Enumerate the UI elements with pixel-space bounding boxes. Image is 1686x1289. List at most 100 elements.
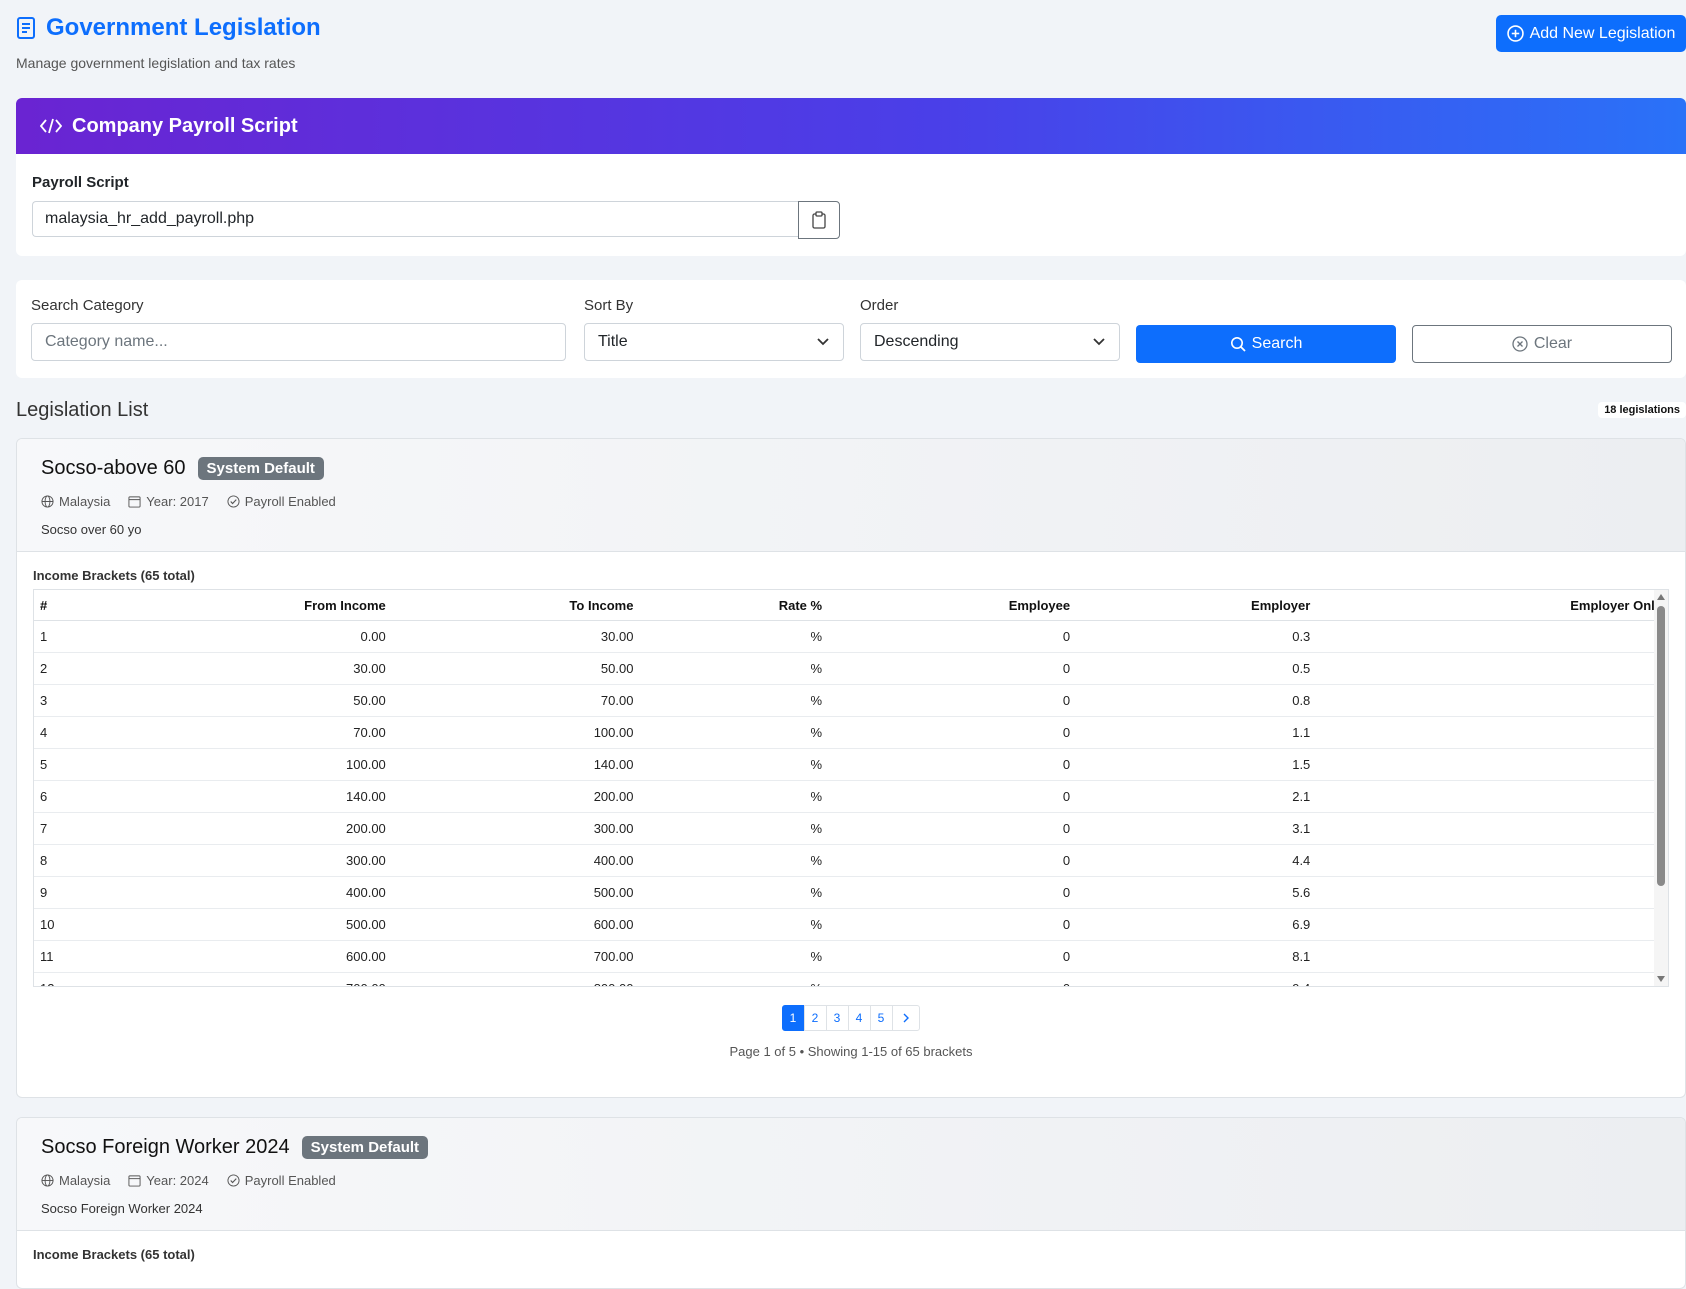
legislation-year: Year: 2024 <box>146 1173 209 1188</box>
table-cell: 9 <box>34 876 86 909</box>
table-cell: 0 <box>1316 908 1668 941</box>
page-button-3[interactable]: 3 <box>825 1005 849 1031</box>
table-cell: 200.00 <box>85 812 392 845</box>
table-cell: 0 <box>1316 972 1668 986</box>
code-icon <box>40 118 62 134</box>
table-row: 470.00100.00%01.10 <box>34 716 1668 749</box>
table-cell: 4 <box>34 716 86 749</box>
page-header: Government Legislation Manage government… <box>16 0 1686 90</box>
table-cell: 200.00 <box>391 780 640 813</box>
page-button-2[interactable]: 2 <box>803 1005 827 1031</box>
search-category-input[interactable]: Category name... <box>31 323 566 361</box>
table-cell: 0 <box>828 780 1077 813</box>
calendar-icon <box>128 496 141 508</box>
table-row: 10500.00600.00%06.90 <box>34 908 1668 941</box>
table-cell: 1 <box>34 620 86 653</box>
page-button-1[interactable]: 1 <box>781 1005 805 1031</box>
page-title: Government Legislation <box>16 14 321 42</box>
table-cell: 0 <box>828 908 1077 941</box>
column-header: Employer Only <box>1316 590 1668 621</box>
table-cell: 140.00 <box>85 780 392 813</box>
legislation-year: Year: 2017 <box>146 494 209 509</box>
table-cell: 4.4 <box>1076 844 1317 877</box>
table-cell: 0 <box>1316 940 1668 973</box>
order-label: Order <box>860 297 899 314</box>
table-cell: 0 <box>1316 812 1668 845</box>
legislation-country: Malaysia <box>59 494 111 509</box>
order-select[interactable]: Descending <box>860 323 1120 361</box>
sort-by-select[interactable]: Title <box>584 323 844 361</box>
table-cell: 0 <box>828 684 1077 717</box>
calendar-icon <box>128 1175 141 1187</box>
table-row: 230.0050.00%00.50 <box>34 652 1668 685</box>
clear-button[interactable]: Clear <box>1412 325 1672 363</box>
legislation-header: Socso-above 60 System Default Malaysia Y… <box>17 439 1685 552</box>
brackets-table[interactable]: # From Income To Income Rate % Employee … <box>33 589 1669 987</box>
table-cell: 3.1 <box>1076 812 1317 845</box>
table-cell: 50.00 <box>85 684 392 717</box>
payroll-script-card: Company Payroll Script Payroll Script ma… <box>16 98 1686 256</box>
sort-by-label: Sort By <box>584 297 634 314</box>
column-header: Rate % <box>639 590 829 621</box>
table-cell: 0 <box>828 940 1077 973</box>
table-cell: 0 <box>828 620 1077 653</box>
legislation-description: Socso Foreign Worker 2024 <box>41 1201 203 1216</box>
document-icon <box>17 17 35 39</box>
legislation-country: Malaysia <box>59 1173 111 1188</box>
table-row: 11600.00700.00%08.10 <box>34 940 1668 973</box>
payroll-script-field[interactable]: malaysia_hr_add_payroll.php <box>32 201 798 237</box>
add-legislation-button[interactable]: Add New Legislation <box>1496 15 1686 52</box>
chevron-down-icon <box>1093 338 1105 346</box>
table-cell: 400.00 <box>85 876 392 909</box>
scroll-thumb[interactable] <box>1657 606 1665 886</box>
table-cell: % <box>639 716 829 749</box>
legislation-payroll-status: Payroll Enabled <box>244 494 336 509</box>
table-cell: % <box>639 940 829 973</box>
legislation-description: Socso over 60 yo <box>41 522 142 537</box>
table-cell: 11 <box>34 940 86 973</box>
chevron-right-icon <box>903 1013 909 1023</box>
table-cell: 0 <box>828 716 1077 749</box>
scroll-down-arrow-icon[interactable] <box>1657 976 1665 982</box>
pagination-info: Page 1 of 5 • Showing 1-15 of 65 bracket… <box>729 1044 973 1059</box>
table-cell: % <box>639 908 829 941</box>
plus-circle-icon <box>1506 25 1524 42</box>
table-cell: 600.00 <box>391 908 640 941</box>
next-page-button[interactable] <box>891 1005 920 1031</box>
column-header: From Income <box>85 590 392 621</box>
scroll-up-arrow-icon[interactable] <box>1657 594 1665 600</box>
search-button[interactable]: Search <box>1136 325 1396 363</box>
table-cell: 9.4 <box>1076 972 1317 986</box>
check-circle-icon <box>227 1174 240 1187</box>
table-cell: % <box>639 748 829 781</box>
table-cell: 700.00 <box>85 972 392 986</box>
copy-button[interactable] <box>798 201 840 239</box>
check-circle-icon <box>227 495 240 508</box>
table-cell: 0.5 <box>1076 652 1317 685</box>
table-cell: 0 <box>1316 748 1668 781</box>
legislation-name: Socso-above 60 <box>41 457 186 479</box>
table-cell: 50.00 <box>391 652 640 685</box>
table-cell: 600.00 <box>85 940 392 973</box>
column-header: Employee <box>828 590 1077 621</box>
table-cell: 30.00 <box>85 652 392 685</box>
table-cell: % <box>639 972 829 986</box>
table-cell: % <box>639 620 829 653</box>
income-brackets-label: Income Brackets (65 total) <box>33 568 195 583</box>
table-cell: 1.5 <box>1076 748 1317 781</box>
page-button-4[interactable]: 4 <box>847 1005 871 1031</box>
legislation-payroll-status: Payroll Enabled <box>244 1173 336 1188</box>
table-cell: 70.00 <box>85 716 392 749</box>
table-cell: 400.00 <box>391 844 640 877</box>
page-button-5[interactable]: 5 <box>869 1005 893 1031</box>
table-row: 8300.00400.00%04.40 <box>34 844 1668 877</box>
chevron-down-icon <box>817 338 829 346</box>
table-cell: 30.00 <box>391 620 640 653</box>
table-header-row: # From Income To Income Rate % Employee … <box>34 590 1668 621</box>
search-category-label: Search Category <box>31 297 144 314</box>
page-subtitle: Manage government legislation and tax ra… <box>16 55 296 71</box>
table-scrollbar[interactable] <box>1654 590 1668 986</box>
table-cell: 500.00 <box>391 876 640 909</box>
legislation-meta: Malaysia Year: 2017 Payroll Enabled <box>41 494 336 509</box>
table-cell: 300.00 <box>85 844 392 877</box>
